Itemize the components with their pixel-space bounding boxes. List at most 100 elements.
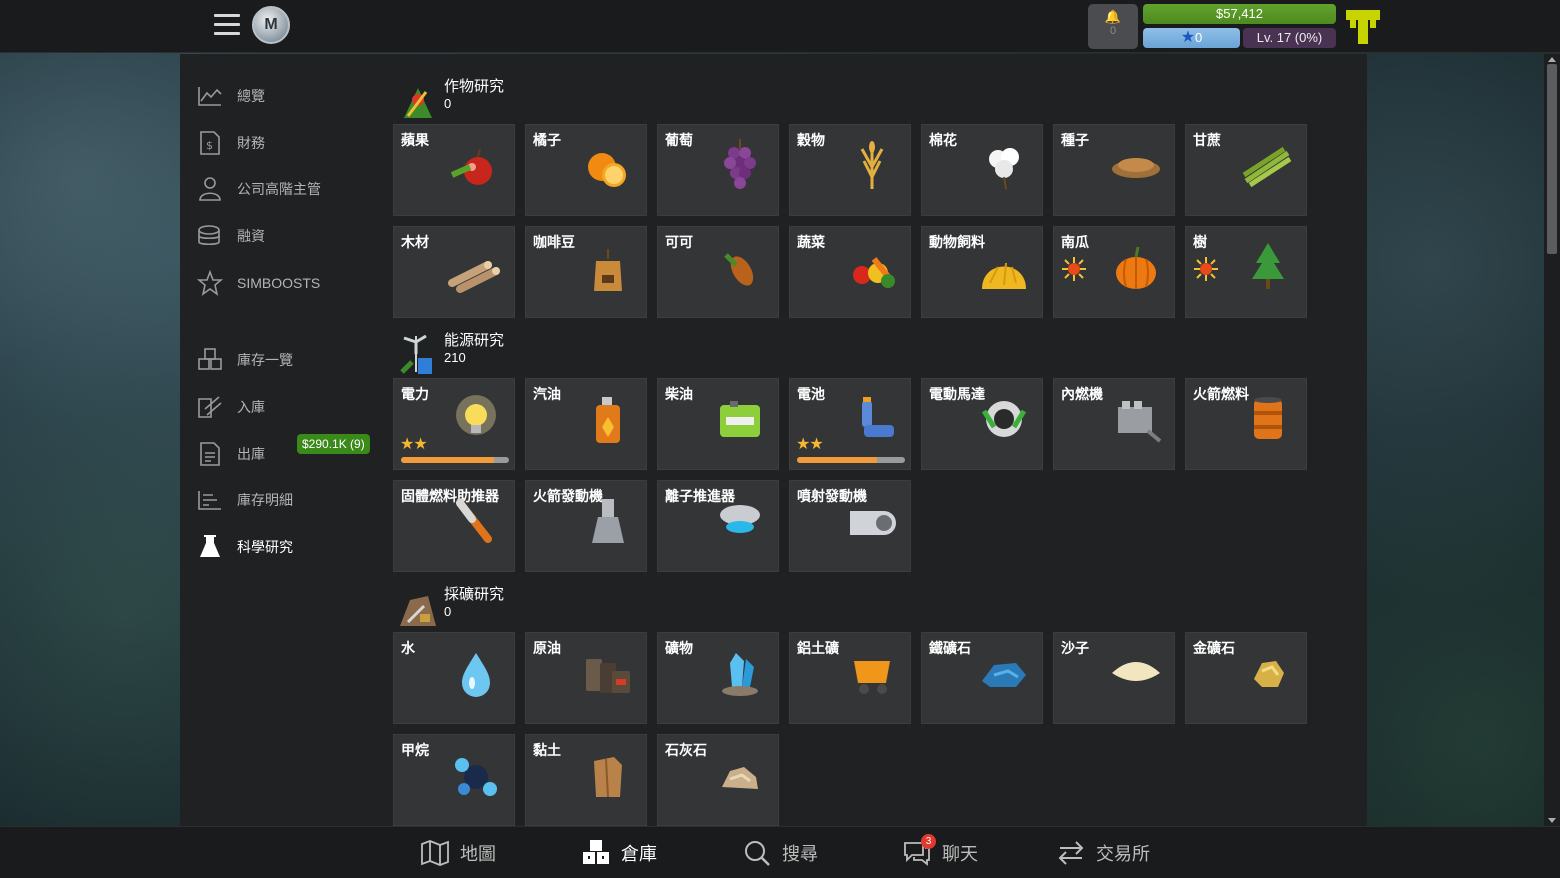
resource-tile-power[interactable]: 電力 ★★ xyxy=(393,378,515,470)
nav-map[interactable]: 地圖 xyxy=(420,837,496,869)
resource-tile-grape[interactable]: 葡萄 xyxy=(657,124,779,216)
notifications-button[interactable]: 🔔 0 xyxy=(1088,4,1138,49)
hamburger-menu-icon[interactable] xyxy=(214,14,240,38)
research-progress-bar xyxy=(797,457,905,463)
section-title: 作物研究 xyxy=(444,78,505,95)
coffee-bag-icon xyxy=(594,249,622,291)
resource-tile-apple[interactable]: 蘋果 xyxy=(393,124,515,216)
oil-barrels-icon xyxy=(586,659,630,693)
research-points: 0 xyxy=(444,604,452,619)
coins-icon xyxy=(196,222,224,250)
resource-tile-battery[interactable]: 電池 ★★ xyxy=(789,378,911,470)
page-scrollbar[interactable] xyxy=(1544,54,1560,826)
resource-name: 石灰石 xyxy=(665,742,707,758)
jet-engine-icon xyxy=(850,511,896,535)
sidebar-item-inventory-overview[interactable]: 庫存一覽 xyxy=(196,342,376,378)
resource-tile-ion-thruster[interactable]: 離子推進器 xyxy=(657,480,779,572)
nav-label: 聊天 xyxy=(942,844,978,864)
resource-tile-seeds[interactable]: 種子 xyxy=(1053,124,1175,216)
unread-chat-badge: 3 xyxy=(921,834,936,849)
lightbulb-icon xyxy=(456,395,496,435)
resource-tile-iron-ore[interactable]: 鐵礦石 xyxy=(921,632,1043,724)
resource-name: 蔬菜 xyxy=(797,234,825,250)
resource-tile-methane[interactable]: 甲烷 xyxy=(393,734,515,826)
scroll-up-arrow-icon[interactable] xyxy=(1548,57,1556,62)
sidebar-item-executives[interactable]: 公司高階主管 xyxy=(196,171,376,207)
sidebar-item-financing[interactable]: 融資 xyxy=(196,218,376,254)
simcompanies-logo[interactable]: M xyxy=(252,6,290,44)
resource-tile-rocket-fuel[interactable]: 火箭燃料 xyxy=(1185,378,1307,470)
mine-cart-icon xyxy=(854,661,890,694)
resource-name: 甲烷 xyxy=(401,742,429,758)
resource-name: 可可 xyxy=(665,234,693,250)
resource-tile-solid-fuel-booster[interactable]: 固體燃料助推器 xyxy=(393,480,515,572)
resource-tile-bauxite[interactable]: 鋁土礦 xyxy=(789,632,911,724)
resource-name: 甘蔗 xyxy=(1193,132,1221,148)
vegetables-icon xyxy=(853,257,895,288)
resource-tile-cotton[interactable]: 棉花 xyxy=(921,124,1043,216)
resource-name: 種子 xyxy=(1061,132,1089,148)
resource-name: 葡萄 xyxy=(665,132,693,148)
resource-tile-grain[interactable]: 穀物 xyxy=(789,124,911,216)
resource-name: 沙子 xyxy=(1061,640,1089,656)
fuel-barrel-icon xyxy=(1254,397,1282,439)
resource-name: 鐵礦石 xyxy=(929,640,971,656)
resource-tile-limestone[interactable]: 石灰石 xyxy=(657,734,779,826)
scrollbar-thumb[interactable] xyxy=(1547,64,1557,254)
sidebar-item-simboosts[interactable]: SIMBOOSTS xyxy=(196,265,376,301)
resource-tile-jet-engine[interactable]: 噴射發動機 xyxy=(789,480,911,572)
resource-tile-vegetables[interactable]: 蔬菜 xyxy=(789,226,911,318)
top-bar: M 🔔 0 $57,412 ★0 Lv. 17 (0%) xyxy=(0,0,1560,53)
resource-tile-crude-oil[interactable]: 原油 xyxy=(525,632,647,724)
resource-tile-cocoa[interactable]: 可可 xyxy=(657,226,779,318)
resource-name: 黏土 xyxy=(533,742,561,758)
resource-tile-gold-ore[interactable]: 金礦石 xyxy=(1185,632,1307,724)
star-icon: ★ xyxy=(1180,29,1196,46)
bottom-navigation: 地圖 倉庫 搜尋 3 聊天 交易所 xyxy=(0,826,1560,878)
company-logo-icon[interactable] xyxy=(1344,6,1382,46)
nav-exchange[interactable]: 交易所 xyxy=(1056,837,1150,869)
resource-tile-diesel[interactable]: 柴油 xyxy=(657,378,779,470)
nav-chat[interactable]: 3 聊天 xyxy=(902,834,978,869)
sidebar-item-label: 財務 xyxy=(237,135,265,151)
resource-tile-rocket-engine[interactable]: 火箭發動機 xyxy=(525,480,647,572)
nav-search[interactable]: 搜尋 xyxy=(742,837,818,869)
crop-research-icon xyxy=(404,88,432,118)
resource-tile-pumpkin[interactable]: 南瓜 xyxy=(1053,226,1175,318)
resource-tile-orange[interactable]: 橘子 xyxy=(525,124,647,216)
sidebar-item-inventory-details[interactable]: 庫存明細 xyxy=(196,482,376,518)
resource-tile-tree[interactable]: 樹 xyxy=(1185,226,1307,318)
resource-tile-electric-motor[interactable]: 電動馬達 xyxy=(921,378,1043,470)
nav-label: 搜尋 xyxy=(782,844,818,864)
money-display[interactable]: $57,412 xyxy=(1143,4,1336,24)
resource-name: 柴油 xyxy=(665,386,693,402)
sidebar-item-overview[interactable]: 總覽 xyxy=(196,78,376,114)
stars-display[interactable]: ★0 xyxy=(1143,28,1240,48)
exchange-icon xyxy=(1058,841,1084,865)
resource-tile-wood[interactable]: 木材 xyxy=(393,226,515,318)
research-stars: ★★ xyxy=(400,436,428,453)
nav-warehouse[interactable]: 倉庫 xyxy=(581,837,657,869)
resource-tile-clay[interactable]: 黏土 xyxy=(525,734,647,826)
resource-tile-water[interactable]: 水 xyxy=(393,632,515,724)
water-drop-icon xyxy=(462,653,490,697)
resource-tile-petrol[interactable]: 汽油 xyxy=(525,378,647,470)
boost-fireworks-icon xyxy=(1194,257,1218,281)
level-display[interactable]: Lv. 17 (0%) xyxy=(1243,28,1336,48)
sidebar-item-science-research[interactable]: 科學研究 xyxy=(196,529,376,565)
sidebar-item-finance[interactable]: $ 財務 xyxy=(196,125,376,161)
resource-tile-sand[interactable]: 沙子 xyxy=(1053,632,1175,724)
research-points: 210 xyxy=(444,350,466,365)
boost-fireworks-icon xyxy=(1062,257,1086,281)
scroll-down-arrow-icon[interactable] xyxy=(1548,818,1556,823)
gold-nugget-icon xyxy=(1254,661,1284,687)
resource-tile-minerals[interactable]: 礦物 xyxy=(657,632,779,724)
clay-block-icon xyxy=(594,757,622,798)
resource-tile-coffee-beans[interactable]: 咖啡豆 xyxy=(525,226,647,318)
resource-tile-combustion-engine[interactable]: 內燃機 xyxy=(1053,378,1175,470)
resource-tile-animal-feed[interactable]: 動物飼料 xyxy=(921,226,1043,318)
sidebar-item-incoming[interactable]: 入庫 xyxy=(196,389,376,425)
sidebar-item-label: 科學研究 xyxy=(237,539,293,555)
resource-tile-sugarcane[interactable]: 甘蔗 xyxy=(1185,124,1307,216)
pumpkin-icon xyxy=(1116,246,1156,289)
